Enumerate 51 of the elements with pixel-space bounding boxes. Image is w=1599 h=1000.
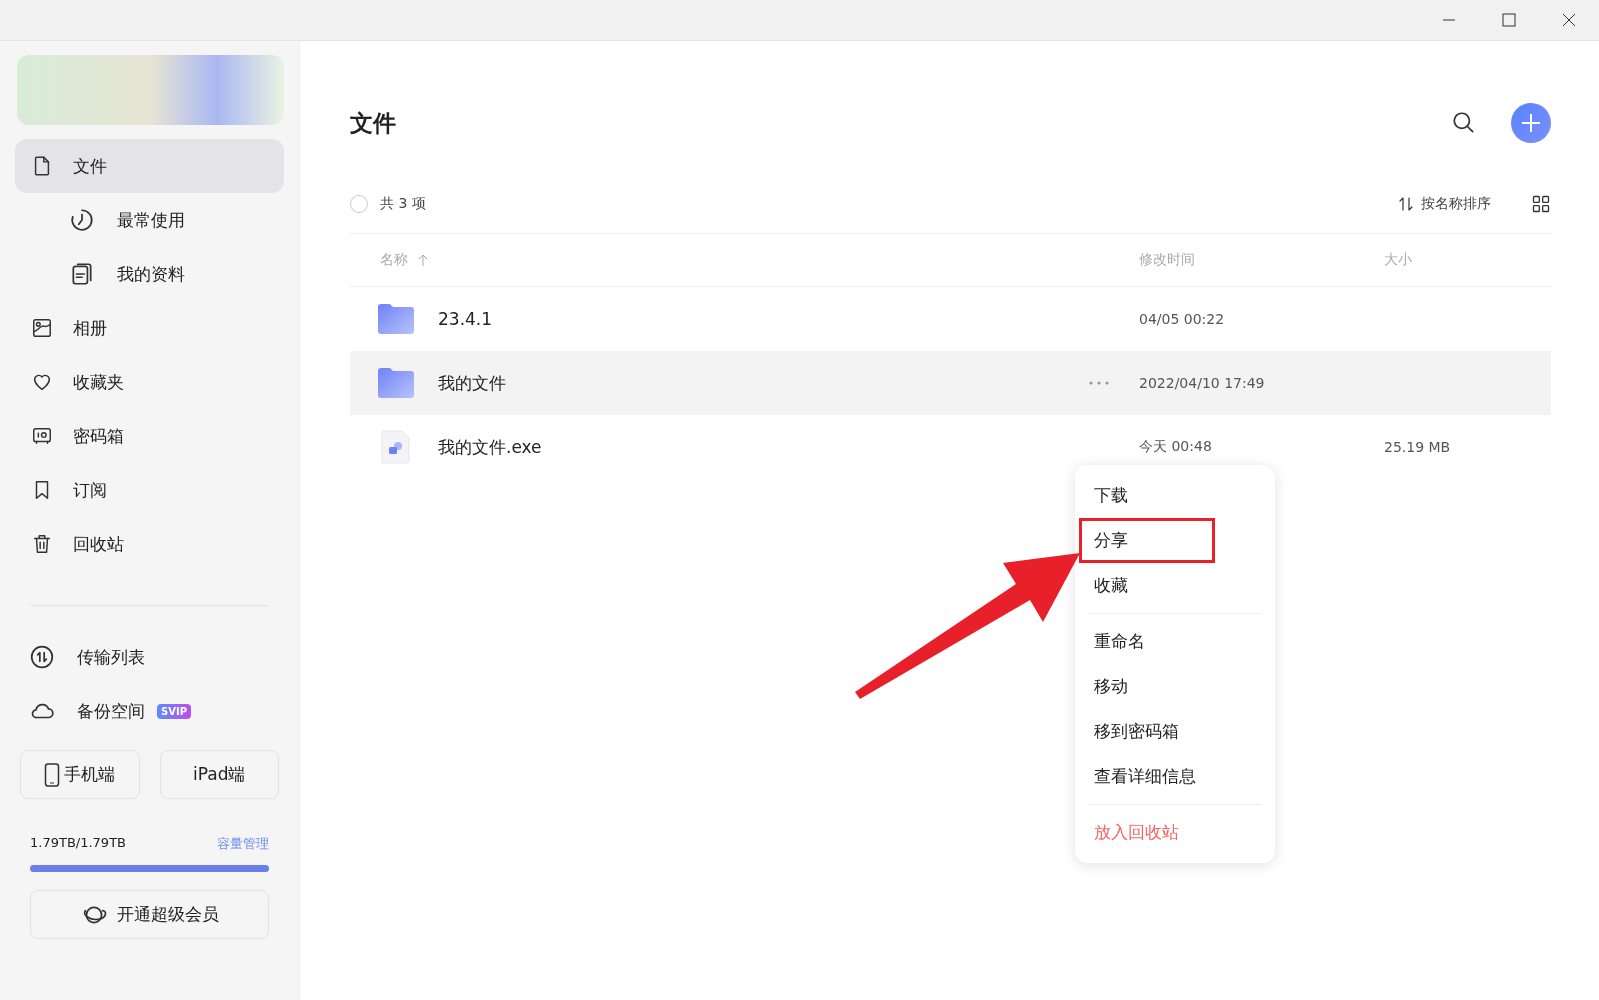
sidebar-item[interactable]: 最常使用: [15, 193, 284, 247]
file-size: 25.19 MB: [1384, 439, 1451, 455]
menu-item[interactable]: 重命名: [1079, 619, 1215, 664]
file-name: 我的文件.exe: [438, 435, 542, 459]
device-button[interactable]: iPad端: [159, 750, 279, 799]
sidebar-item[interactable]: 相册: [15, 301, 284, 355]
menu-item[interactable]: 查看详细信息: [1079, 754, 1215, 799]
file-row[interactable]: 我的文件 2022/04/10 17:49: [350, 351, 1551, 415]
file-name: 23.4.1: [438, 309, 493, 329]
storage-usage: 1.79TB/1.79TB: [30, 835, 126, 852]
sort-arrows-icon: [1397, 195, 1415, 213]
modified-time: 2022/04/10 17:49: [1139, 375, 1265, 391]
menu-item[interactable]: 分享: [1079, 518, 1215, 563]
modified-time: 今天 00:48: [1139, 438, 1212, 454]
vip-button[interactable]: 开通超级会员: [30, 890, 269, 939]
transfer-icon: [29, 644, 55, 670]
sidebar-item[interactable]: 文件: [15, 139, 284, 193]
clock-icon: [69, 207, 95, 233]
modified-time: 04/05 00:22: [1139, 311, 1225, 327]
sidebar-item[interactable]: 收藏夹: [15, 355, 284, 409]
file-row[interactable]: 23.4.1 04/05 00:22: [350, 287, 1551, 351]
maximize-icon: [1502, 13, 1516, 27]
sidebar-item[interactable]: 备份空间 SVIP: [15, 684, 284, 738]
grid-view-button[interactable]: [1531, 194, 1551, 214]
documents-icon: [69, 261, 95, 287]
folder-icon: [378, 304, 414, 334]
trash-icon: [31, 533, 53, 555]
sidebar-item[interactable]: 我的资料: [15, 247, 284, 301]
sidebar-item[interactable]: 密码箱: [15, 409, 284, 463]
safe-icon: [31, 425, 53, 447]
menu-item[interactable]: 移动: [1079, 664, 1215, 709]
menu-item[interactable]: 收藏: [1079, 563, 1215, 608]
device-button[interactable]: 手机端: [20, 750, 140, 799]
sidebar-item[interactable]: 订阅: [15, 463, 284, 517]
sidebar-item[interactable]: 传输列表: [15, 630, 284, 684]
item-count: 共 3 项: [380, 195, 426, 213]
close-icon: [1562, 13, 1576, 27]
vip-badge: SVIP: [157, 703, 191, 719]
page-title: 文件: [350, 108, 396, 138]
add-button[interactable]: [1511, 103, 1551, 143]
plus-icon: [1521, 113, 1541, 133]
arrow-up-icon: [418, 254, 428, 266]
sidebar-item[interactable]: 回收站: [15, 517, 284, 571]
menu-item[interactable]: 移到密码箱: [1079, 709, 1215, 754]
folder-icon: [378, 368, 414, 398]
grid-icon: [1531, 194, 1551, 214]
sort-button[interactable]: 按名称排序: [1391, 194, 1497, 214]
more-icon[interactable]: [1089, 381, 1109, 385]
phone-icon: [44, 762, 61, 787]
file-name: 我的文件: [438, 371, 506, 395]
photo-icon: [31, 317, 53, 339]
